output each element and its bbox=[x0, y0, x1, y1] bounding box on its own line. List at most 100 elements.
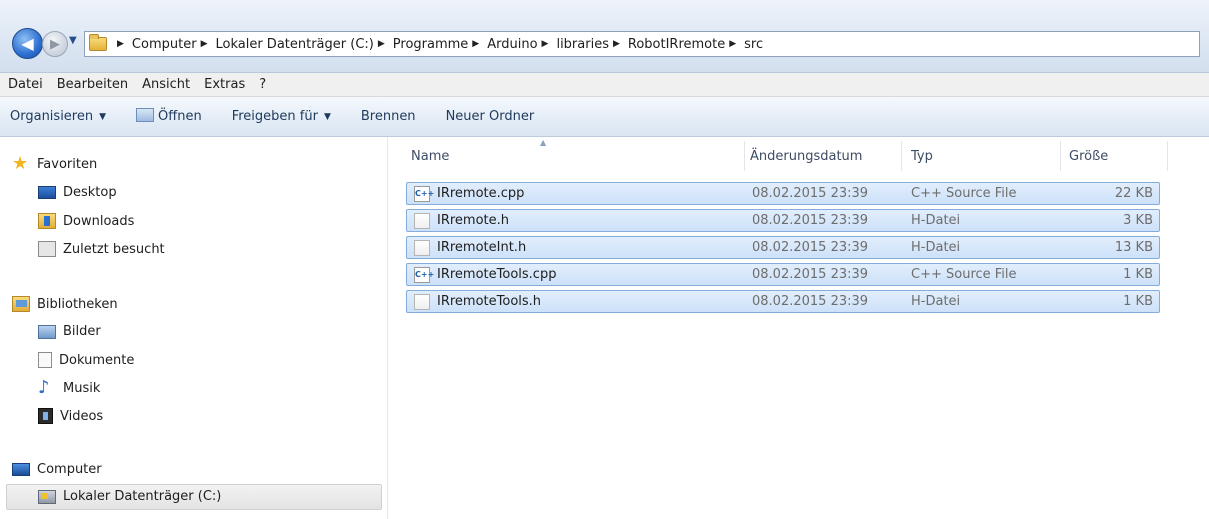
file-name: IRremoteInt.h bbox=[437, 240, 527, 255]
file-type: H-Datei bbox=[911, 294, 961, 309]
chevron-down-icon: ▼ bbox=[323, 111, 331, 122]
column-header-date[interactable]: Änderungsdatum bbox=[750, 149, 862, 164]
file-date: 08.02.2015 23:39 bbox=[752, 240, 869, 255]
videos-icon bbox=[38, 408, 53, 424]
back-button[interactable]: ◀ bbox=[12, 28, 43, 59]
music-icon: ♪ bbox=[38, 377, 50, 398]
command-bar: Organisieren ▼ Öffnen Freigeben für ▼ Bren… bbox=[0, 97, 1209, 137]
breadcrumb-item[interactable]: Computer ▶ bbox=[132, 37, 216, 52]
nav-documents[interactable]: Dokumente bbox=[38, 352, 134, 368]
breadcrumb-item[interactable]: Lokaler Datenträger (C:) ▶ bbox=[215, 37, 392, 52]
address-box[interactable]: ▶ Computer ▶ Lokaler Datenträger (C:) ▶ Pr… bbox=[84, 31, 1200, 57]
breadcrumb-separator-icon[interactable]: ▶ bbox=[201, 39, 208, 49]
breadcrumb-item[interactable]: libraries ▶ bbox=[556, 37, 627, 52]
column-header-size[interactable]: Größe bbox=[1069, 149, 1108, 164]
navigation-pane: ★ Favoriten Desktop Downloads Zuletzt bes… bbox=[0, 137, 388, 519]
libraries-icon bbox=[12, 296, 30, 312]
column-header-name[interactable]: Name bbox=[411, 149, 449, 164]
menu-bar: Datei Bearbeiten Ansicht Extras ? bbox=[0, 73, 1209, 97]
menu-view[interactable]: Ansicht bbox=[142, 77, 190, 92]
file-name: IRremoteTools.cpp bbox=[437, 267, 557, 282]
nav-downloads[interactable]: Downloads bbox=[38, 213, 134, 229]
nav-pictures[interactable]: Bilder bbox=[38, 324, 101, 339]
menu-help[interactable]: ? bbox=[259, 77, 266, 92]
column-divider[interactable] bbox=[1167, 141, 1168, 171]
column-divider[interactable] bbox=[901, 141, 902, 171]
desktop-icon bbox=[38, 186, 56, 199]
file-name: IRremoteTools.h bbox=[437, 294, 542, 309]
sort-ascending-icon: ▲ bbox=[540, 138, 547, 147]
recent-places-icon bbox=[38, 241, 56, 257]
file-row[interactable]: C++ IRremote.cpp 08.02.2015 23:39 C++ So… bbox=[406, 182, 1160, 205]
file-size: 13 KB bbox=[1114, 240, 1153, 255]
file-row[interactable]: IRremoteTools.h 08.02.2015 23:39 H-Datei… bbox=[406, 290, 1160, 313]
breadcrumb-separator-icon[interactable]: ▶ bbox=[378, 39, 385, 49]
file-name: IRremote.cpp bbox=[437, 186, 525, 201]
breadcrumb-item[interactable]: Programme ▶ bbox=[393, 37, 487, 52]
h-file-icon bbox=[414, 240, 430, 256]
nav-music[interactable]: ♪ Musik bbox=[38, 377, 100, 398]
nav-computer[interactable]: Computer bbox=[12, 462, 102, 477]
nav-desktop[interactable]: Desktop bbox=[38, 185, 117, 200]
menu-edit[interactable]: Bearbeiten bbox=[57, 77, 128, 92]
file-date: 08.02.2015 23:39 bbox=[752, 213, 869, 228]
column-header-type[interactable]: Typ bbox=[911, 149, 933, 164]
nav-local-drive-c[interactable]: Lokaler Datenträger (C:) bbox=[38, 489, 221, 504]
computer-icon bbox=[12, 463, 30, 476]
organize-button[interactable]: Organisieren ▼ bbox=[10, 109, 106, 124]
open-icon bbox=[136, 107, 155, 122]
burn-button[interactable]: Brennen bbox=[361, 109, 416, 124]
file-name: IRremote.h bbox=[437, 213, 510, 228]
address-bar-region: ◀ ▶ ▼ ▶ Computer ▶ Lokaler Datenträger (C… bbox=[0, 0, 1209, 73]
recent-pages-dropdown[interactable]: ▼ bbox=[69, 35, 77, 46]
breadcrumb-separator-icon[interactable]: ▶ bbox=[117, 39, 124, 49]
menu-file[interactable]: Datei bbox=[8, 77, 43, 92]
file-size: 1 KB bbox=[1123, 267, 1153, 282]
downloads-icon bbox=[38, 213, 56, 229]
documents-icon bbox=[38, 352, 52, 368]
file-type: H-Datei bbox=[911, 213, 961, 228]
nav-libraries[interactable]: Bibliotheken bbox=[12, 296, 118, 312]
breadcrumb-item[interactable]: src bbox=[744, 37, 763, 52]
file-date: 08.02.2015 23:39 bbox=[752, 186, 869, 201]
column-divider[interactable] bbox=[1060, 141, 1061, 171]
file-date: 08.02.2015 23:39 bbox=[752, 294, 869, 309]
file-list-pane: ▲ Name Änderungsdatum Typ Größe C++ IRre… bbox=[389, 137, 1209, 519]
star-icon: ★ bbox=[12, 153, 29, 174]
nav-favorites[interactable]: ★ Favoriten bbox=[12, 153, 97, 174]
share-with-button[interactable]: Freigeben für ▼ bbox=[232, 109, 331, 124]
column-divider[interactable] bbox=[744, 141, 745, 171]
open-button[interactable]: Öffnen bbox=[136, 107, 202, 124]
file-size: 22 KB bbox=[1114, 186, 1153, 201]
folder-icon bbox=[89, 34, 107, 51]
file-row[interactable]: IRremote.h 08.02.2015 23:39 H-Datei 3 KB bbox=[406, 209, 1160, 232]
nav-recent-places[interactable]: Zuletzt besucht bbox=[38, 241, 165, 257]
h-file-icon bbox=[414, 213, 430, 229]
hard-drive-icon bbox=[38, 489, 56, 504]
cpp-file-icon: C++ bbox=[414, 186, 434, 202]
cpp-file-icon: C++ bbox=[414, 267, 434, 283]
forward-button[interactable]: ▶ bbox=[42, 31, 68, 57]
breadcrumb-separator-icon[interactable]: ▶ bbox=[613, 39, 620, 49]
file-row[interactable]: C++ IRremoteTools.cpp 08.02.2015 23:39 C… bbox=[406, 263, 1160, 286]
file-row[interactable]: IRremoteInt.h 08.02.2015 23:39 H-Datei 1… bbox=[406, 236, 1160, 259]
arrow-left-icon: ◀ bbox=[21, 34, 34, 53]
file-type: C++ Source File bbox=[911, 267, 1017, 282]
file-size: 3 KB bbox=[1123, 213, 1153, 228]
menu-tools[interactable]: Extras bbox=[204, 77, 245, 92]
file-type: C++ Source File bbox=[911, 186, 1017, 201]
new-folder-button[interactable]: Neuer Ordner bbox=[446, 109, 535, 124]
breadcrumb-separator-icon[interactable]: ▶ bbox=[472, 39, 479, 49]
file-date: 08.02.2015 23:39 bbox=[752, 267, 869, 282]
breadcrumb-separator-icon[interactable]: ▶ bbox=[729, 39, 736, 49]
chevron-down-icon: ▼ bbox=[99, 111, 107, 122]
file-type: H-Datei bbox=[911, 240, 961, 255]
file-size: 1 KB bbox=[1123, 294, 1153, 309]
breadcrumb-item[interactable]: RobotIRremote ▶ bbox=[628, 37, 744, 52]
breadcrumb-separator-icon[interactable]: ▶ bbox=[542, 39, 549, 49]
breadcrumb-item[interactable]: Arduino ▶ bbox=[487, 37, 556, 52]
pictures-icon bbox=[38, 324, 56, 339]
h-file-icon bbox=[414, 294, 430, 310]
arrow-right-icon: ▶ bbox=[50, 36, 60, 52]
nav-videos[interactable]: Videos bbox=[38, 408, 103, 424]
